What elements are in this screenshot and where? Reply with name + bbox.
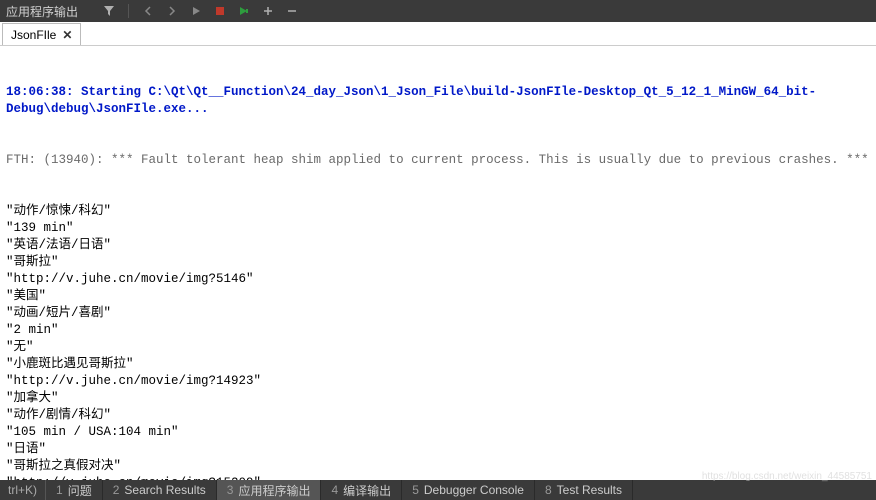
bottom-tab-1[interactable]: 1 问题 [46,480,103,500]
shortcut-hint: trl+K) [0,483,45,497]
output-lines: "动作/惊悚/科幻""139 min""英语/法语/日语""哥斯拉""http:… [6,203,870,480]
bottom-tab-8[interactable]: 8 Test Results [535,480,633,500]
toolbar-actions [102,4,299,18]
output-line: "动作/剧情/科幻" [6,407,870,424]
watermark: https://blog.csdn.net/weixin_44585751 [702,471,872,482]
panel-title: 应用程序输出 [6,3,78,20]
output-line: "无" [6,339,870,356]
warn-line: FTH: (13940): *** Fault tolerant heap sh… [6,152,870,169]
stop-icon[interactable] [213,4,227,18]
bottom-tab-3[interactable]: 3 应用程序输出 [217,480,322,500]
output-line: "139 min" [6,220,870,237]
bottom-tabs: 1 问题 2 Search Results 3 应用程序输出 4 编译输出 5 Debugger … [46,480,633,500]
output-line: "动作/惊悚/科幻" [6,203,870,220]
run-debug-icon[interactable] [237,4,251,18]
tab-label: Test Results [557,483,622,497]
output-line: "2 min" [6,322,870,339]
tab-jsonfile[interactable]: JsonFIle ✕ [2,23,81,45]
output-line: "加拿大" [6,390,870,407]
bottom-tab-4[interactable]: 4 编译输出 [321,480,402,500]
tab-num: 4 [331,483,338,497]
output-line: "动画/短片/喜剧" [6,305,870,322]
output-line: "美国" [6,288,870,305]
bottom-tab-5[interactable]: 5 Debugger Console [402,480,535,500]
output-line: "http://v.juhe.cn/movie/img?14923" [6,373,870,390]
tab-label: 应用程序输出 [238,482,310,499]
tab-bar: JsonFIle ✕ [0,22,876,46]
tab-label: 编译输出 [343,482,391,499]
filter-icon[interactable] [102,4,116,18]
tab-num: 3 [227,483,234,497]
prev-icon[interactable] [141,4,155,18]
separator [128,4,129,18]
output-line: "http://v.juhe.cn/movie/img?5146" [6,271,870,288]
output-line: "英语/法语/日语" [6,237,870,254]
tab-label: JsonFIle [11,28,56,42]
output-line: "105 min / USA:104 min" [6,424,870,441]
tab-num: 1 [56,483,63,497]
run-icon[interactable] [189,4,203,18]
tab-label: Debugger Console [424,483,524,497]
output-line: "日语" [6,441,870,458]
tab-num: 2 [113,483,120,497]
plus-icon[interactable] [261,4,275,18]
bottom-tab-2[interactable]: 2 Search Results [103,480,217,500]
tab-label: 问题 [68,482,92,499]
close-icon[interactable]: ✕ [62,28,72,42]
toolbar: 应用程序输出 [0,0,876,22]
output-line: "小鹿斑比遇见哥斯拉" [6,356,870,373]
start-line: 18:06:38: Starting C:\Qt\Qt__Function\24… [6,84,870,118]
minus-icon[interactable] [285,4,299,18]
status-bar: trl+K) 1 问题 2 Search Results 3 应用程序输出 4 编译输出 5 De… [0,480,876,500]
tab-label: Search Results [124,483,205,497]
next-icon[interactable] [165,4,179,18]
tab-num: 8 [545,483,552,497]
output-line: "哥斯拉" [6,254,870,271]
tab-num: 5 [412,483,419,497]
console-output: 18:06:38: Starting C:\Qt\Qt__Function\24… [0,46,876,480]
